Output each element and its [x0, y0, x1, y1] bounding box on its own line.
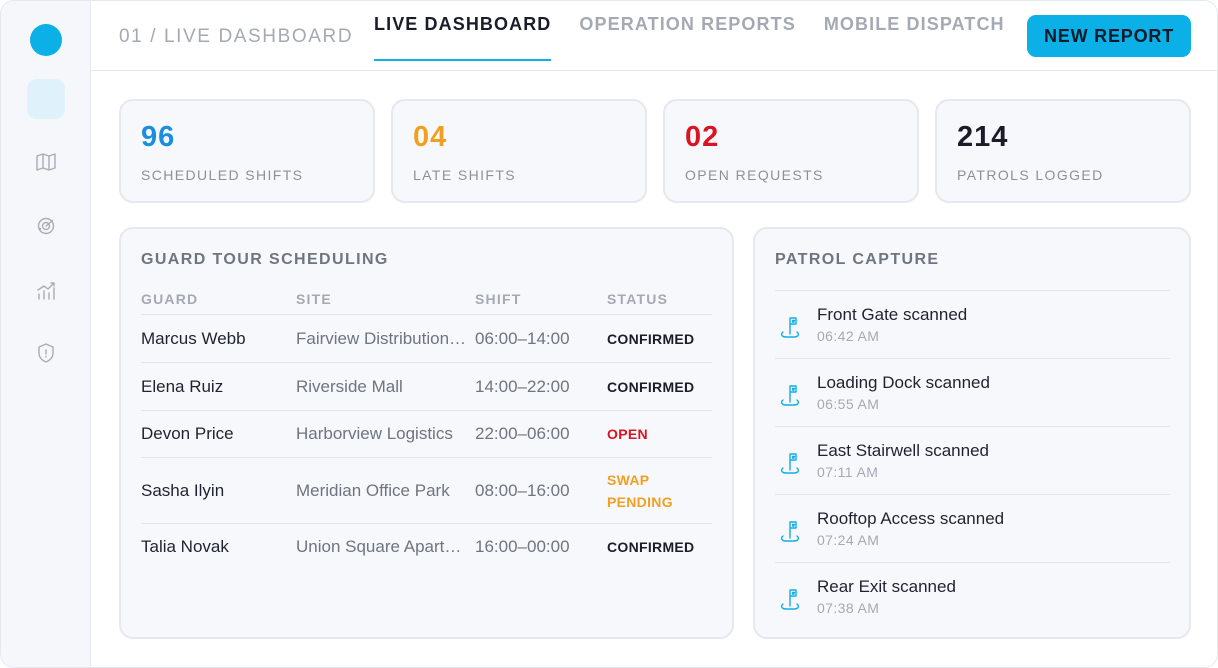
stat-value: 02 [685, 121, 720, 153]
list-item[interactable]: Rear Exit scanned 07:38 AM [775, 563, 1170, 631]
shift-time: 08:00–16:00 [475, 480, 570, 500]
shift-time: 22:00–06:00 [475, 424, 570, 443]
stat-label: PATROLS LOGGED [957, 167, 1104, 183]
shift-time: 14:00–22:00 [475, 376, 570, 396]
site-name: Union Square Apartments [296, 537, 475, 556]
column-header-site: SITE [296, 291, 332, 307]
table-header: GUARD SITE SHIFT STATUS [141, 289, 712, 315]
sidebar-item-dashboard[interactable] [27, 79, 65, 119]
patrol-capture-panel: PATROL CAPTURE Front Gate scanned 06:42 … [753, 227, 1191, 639]
checkpoint-name: Front Gate scanned [817, 305, 968, 324]
checkpoint-name: Loading Dock scanned [817, 373, 990, 392]
scan-time: 06:42 AM [817, 328, 880, 344]
table-row[interactable]: Talia Novak Union Square Apartments 16:0… [141, 524, 712, 570]
list-item[interactable]: Rooftop Access scanned 07:24 AM [775, 495, 1170, 563]
stat-card-patrols-logged: 214 PATROLS LOGGED [935, 99, 1191, 203]
stat-label: OPEN REQUESTS [685, 167, 824, 183]
checkpoint-name: East Stairwell scanned [817, 441, 989, 460]
list-item[interactable]: Front Gate scanned 06:42 AM [775, 291, 1170, 359]
table-row[interactable]: Devon Price Harborview Logistics 22:00–0… [141, 411, 712, 458]
status-badge: CONFIRMED [607, 378, 695, 395]
map-icon[interactable] [34, 150, 58, 174]
nfc-tag-icon [779, 451, 801, 475]
shift-time: 16:00–00:00 [475, 537, 570, 556]
site-name: Riverside Mall [296, 376, 403, 396]
stat-label: LATE SHIFTS [413, 167, 517, 183]
status-badge: OPEN [607, 426, 648, 442]
status-badge: SWAP PENDING [607, 471, 673, 510]
column-header-shift: SHIFT [475, 291, 522, 307]
tab-operation-reports[interactable]: OPERATION REPORTS [579, 1, 795, 61]
stat-card-late-shifts: 04 LATE SHIFTS [391, 99, 647, 203]
analytics-icon[interactable] [34, 279, 58, 303]
nfc-tag-icon [779, 315, 801, 339]
guard-name: Elena Ruiz [141, 376, 224, 396]
scan-time: 07:38 AM [817, 600, 880, 616]
app-logo[interactable] [30, 24, 62, 56]
checkpoint-name: Rear Exit scanned [817, 577, 956, 596]
nfc-tag-icon [779, 383, 801, 407]
nfc-tag-icon [779, 587, 801, 611]
guard-tour-scheduling-panel: GUARD TOUR SCHEDULING GUARD SITE SHIFT S… [119, 227, 734, 639]
site-name: Meridian Office Park [296, 480, 450, 500]
shift-time: 06:00–14:00 [475, 328, 570, 348]
site-name: Fairview Distribution Center [296, 328, 475, 348]
stat-card-scheduled-shifts: 96 SCHEDULED SHIFTS [119, 99, 375, 203]
list-item[interactable]: East Stairwell scanned 07:11 AM [775, 427, 1170, 495]
table-row[interactable]: Elena Ruiz Riverside Mall 14:00–22:00 CO… [141, 363, 712, 411]
guard-name: Marcus Webb [141, 328, 246, 348]
table-row[interactable]: Sasha Ilyin Meridian Office Park 08:00–1… [141, 458, 712, 524]
site-name: Harborview Logistics [296, 424, 453, 443]
guard-name: Devon Price [141, 424, 234, 443]
stat-label: SCHEDULED SHIFTS [141, 167, 304, 183]
checkpoint-name: Rooftop Access scanned [817, 509, 1005, 528]
guard-name: Sasha Ilyin [141, 480, 225, 500]
radar-icon[interactable] [34, 214, 58, 238]
stat-card-open-requests: 02 OPEN REQUESTS [663, 99, 919, 203]
stat-value: 214 [957, 121, 1009, 153]
status-badge: CONFIRMED [607, 330, 695, 347]
breadcrumb: 01 / LIVE DASHBOARD [119, 26, 354, 47]
dashboard-content: 96 SCHEDULED SHIFTS 04 LATE SHIFTS 02 OP… [91, 71, 1217, 667]
list-item[interactable]: Loading Dock scanned 06:55 AM [775, 359, 1170, 427]
guard-name: Talia Novak [141, 537, 229, 556]
sidebar [1, 1, 91, 667]
panel-title: GUARD TOUR SCHEDULING [141, 251, 389, 268]
shield-icon[interactable] [34, 341, 58, 365]
scan-time: 07:24 AM [817, 532, 880, 548]
stat-value: 04 [413, 121, 448, 153]
nfc-tag-icon [779, 519, 801, 543]
scan-time: 06:55 AM [817, 396, 880, 412]
top-bar: 01 / LIVE DASHBOARD LIVE DASHBOARD OPERA… [91, 1, 1217, 71]
tab-mobile-dispatch[interactable]: MOBILE DISPATCH [824, 1, 1005, 61]
tab-live-dashboard[interactable]: LIVE DASHBOARD [374, 1, 552, 61]
patrol-list: Front Gate scanned 06:42 AM Loading Dock… [775, 290, 1170, 631]
stat-value: 96 [141, 121, 176, 153]
status-badge: CONFIRMED [607, 539, 695, 555]
column-header-guard: GUARD [141, 291, 199, 307]
app-window: 01 / LIVE DASHBOARD LIVE DASHBOARD OPERA… [0, 0, 1218, 668]
column-header-status: STATUS [607, 291, 669, 307]
new-report-button[interactable]: NEW REPORT [1027, 15, 1191, 57]
schedule-table: GUARD SITE SHIFT STATUS Marcus Webb Fair… [141, 289, 712, 570]
table-row[interactable]: Marcus Webb Fairview Distribution Center… [141, 315, 712, 363]
scan-time: 07:11 AM [817, 464, 879, 480]
panel-title: PATROL CAPTURE [775, 251, 940, 268]
